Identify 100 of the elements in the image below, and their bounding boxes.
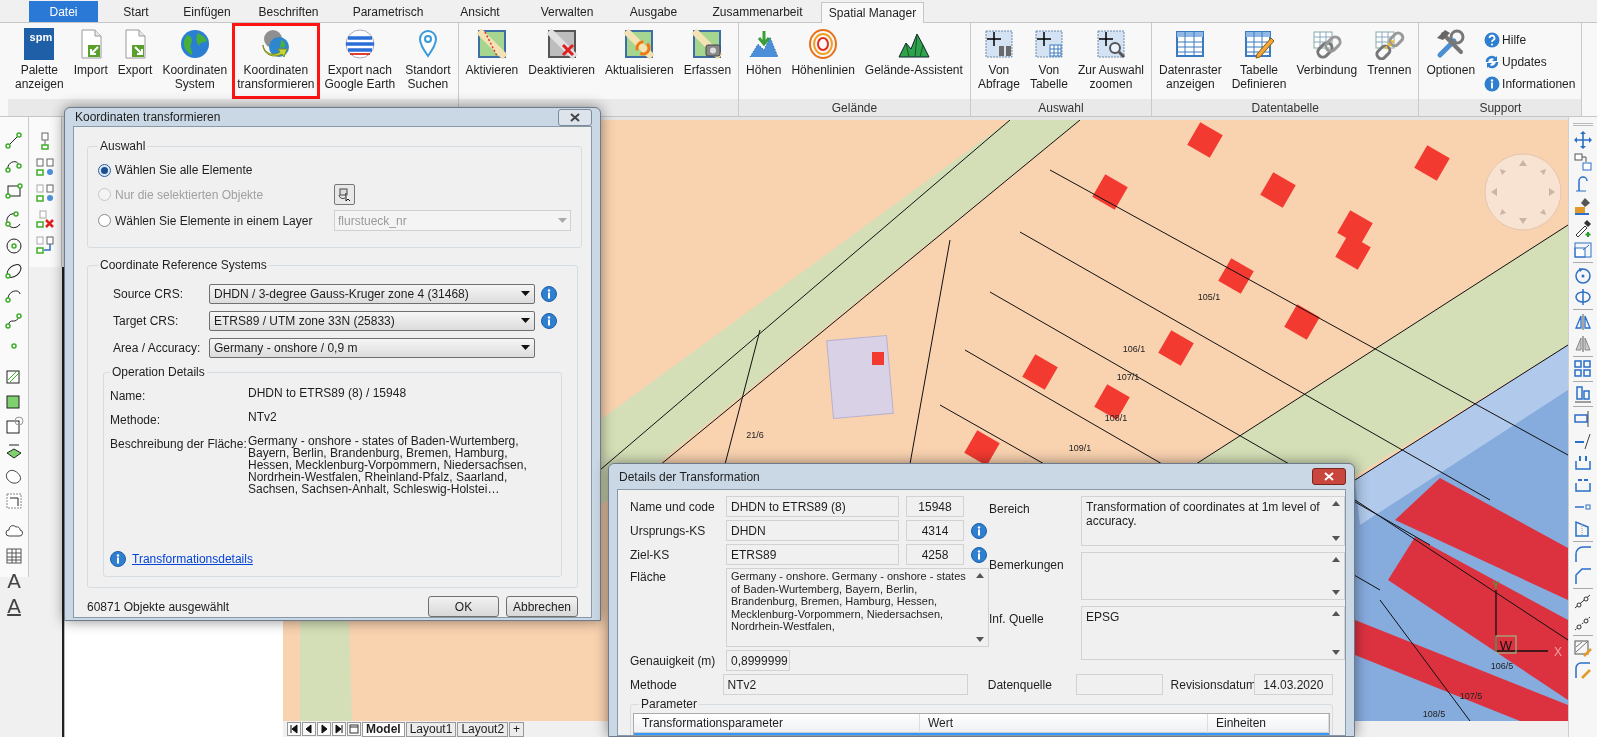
trim-icon: [1573, 431, 1593, 451]
ribbon-button[interactable]: Import: [68, 23, 113, 99]
ribbon-button[interactable]: Hilfe: [1480, 29, 1580, 50]
readonly-field: 4314: [906, 520, 964, 541]
up-arrow-icon: [976, 573, 984, 578]
dialog-button[interactable]: OK: [428, 596, 499, 617]
ribbon-button[interactable]: Verbindung: [1291, 23, 1363, 99]
extend-icon: [1573, 453, 1593, 473]
info-icon[interactable]: [971, 522, 987, 539]
layer-link-icon: [35, 235, 55, 255]
ribbon-button[interactable]: Höhenlinien: [786, 23, 860, 99]
field-label: Ursprungs-KS: [630, 522, 707, 540]
tab-list-button[interactable]: [347, 722, 361, 736]
crs-dropdown[interactable]: Germany - onshore / 0,9 m: [209, 337, 535, 358]
field-label: Name und code: [630, 498, 716, 516]
readonly-field: DHDN: [726, 520, 899, 541]
ribbon-tab[interactable]: Datei: [29, 1, 98, 22]
ribbon-button[interactable]: Von Tabelle: [1024, 23, 1073, 99]
tab-nav-button[interactable]: [287, 722, 301, 736]
brush-icon: [1573, 196, 1593, 216]
refresh-icon: [1484, 53, 1501, 70]
radio-button[interactable]: Wählen Sie alle Elemente: [98, 161, 334, 179]
ribbon-button[interactable]: Gelände-Assistent: [859, 23, 968, 99]
ribbon-tab[interactable]: Einfügen: [174, 2, 240, 22]
layout-tab[interactable]: Model: [362, 721, 405, 737]
ribbon-button[interactable]: Trennen: [1362, 23, 1417, 99]
details-link[interactable]: Transformationsdetails: [132, 550, 253, 568]
triangle-icon: [303, 723, 315, 735]
ribbon-tab[interactable]: Zusammenarbeit: [694, 2, 821, 22]
dialog-title: Koordinaten transformieren: [75, 109, 221, 126]
map-tile-icon: [475, 28, 508, 60]
ribbon-button[interactable]: Aktivieren: [460, 23, 524, 99]
field-label: Datenquelle: [987, 676, 1053, 694]
crosshair-magnifier-icon: [1094, 28, 1127, 60]
ribbon-tab[interactable]: Parametrisch: [337, 2, 439, 22]
palette-logo: spm: [24, 28, 55, 60]
ribbon-button[interactable]: Höhen: [741, 23, 787, 99]
ribbon-button[interactable]: Updates: [1480, 51, 1580, 72]
ribbon-button[interactable]: Zur Auswahl zoomen: [1072, 23, 1149, 99]
ribbon-button[interactable]: Optionen: [1421, 23, 1481, 99]
wipeout-tool-icon: [4, 491, 24, 511]
ribbon-button[interactable]: Export: [112, 23, 158, 99]
ribbon-tab[interactable]: Spatial Manager: [821, 2, 924, 23]
field-label: Ziel-KS: [630, 546, 671, 564]
text-area[interactable]: EPSG: [1081, 606, 1345, 660]
radio-button[interactable]: Wählen Sie Elemente in einem Layer: [98, 211, 334, 230]
parcel-label: 107/5: [1459, 691, 1483, 701]
tab-nav-button[interactable]: [332, 722, 346, 736]
close-button[interactable]: [1312, 468, 1346, 485]
ribbon-button[interactable]: Standort Suchen: [400, 23, 456, 99]
up-arrow-icon: [1332, 611, 1340, 616]
text-area[interactable]: Germany - onshore. Germany - onshore - states of Baden-Wurtemberg, Bayern, Berlin, Brandenburg, Bremen, Hamburg, Hessen, Mecklenburg-Vorpommern, Niedersachsen, Nordrhein-Westfalen,: [726, 568, 989, 647]
ribbon-button[interactable]: spm Palette anzeigen: [10, 23, 69, 99]
ribbon-tab[interactable]: Start: [98, 2, 174, 22]
info-icon[interactable]: [541, 312, 557, 329]
info-icon[interactable]: [971, 546, 987, 563]
ribbon-button[interactable]: Deaktivieren: [523, 23, 600, 99]
layout-tab[interactable]: Layout1: [405, 721, 457, 737]
ribbon-button[interactable]: Aktualisieren: [600, 23, 679, 99]
ribbon-button[interactable]: Koordinaten System: [157, 23, 233, 99]
ribbon-button[interactable]: Von Abfrage: [972, 23, 1025, 99]
tab-nav-button[interactable]: [317, 722, 331, 736]
layout-tab[interactable]: Layout2: [457, 721, 509, 737]
hatch-edit-icon: [1573, 638, 1593, 658]
boundary-tool-icon: [4, 416, 24, 436]
caret-icon: [521, 345, 530, 350]
tab-nav-button[interactable]: [302, 722, 316, 736]
text-tool[interactable]: A: [7, 571, 21, 591]
rotate-3d-icon: [1573, 287, 1593, 307]
ribbon-button[interactable]: Tabelle Definieren: [1226, 23, 1292, 99]
field-label: Methode: [630, 676, 678, 694]
chamfer-icon: [1573, 566, 1593, 586]
ribbon-button[interactable]: Export nach Google Earth: [319, 23, 401, 99]
ribbon-button[interactable]: Informationen: [1480, 73, 1580, 94]
select-objects-button[interactable]: [334, 184, 355, 205]
readonly-field: 14.03.2020: [1253, 674, 1333, 695]
info-icon[interactable]: [110, 551, 126, 567]
ribbon-tab[interactable]: Verwalten: [521, 2, 613, 22]
axis-label: W: [1499, 638, 1513, 653]
underlined-text-tool[interactable]: A: [7, 596, 21, 616]
globe-icon: [178, 28, 211, 60]
info-icon[interactable]: [541, 285, 557, 302]
ribbon-tab[interactable]: Ausgabe: [613, 2, 694, 22]
close-button[interactable]: [558, 108, 592, 126]
layer-nodes-icon: [35, 157, 55, 177]
add-layout-button[interactable]: +: [509, 721, 525, 737]
dialog-button[interactable]: Abbrechen: [506, 596, 578, 617]
field-label: Bereich: [989, 501, 1031, 518]
map-tile-cross-icon: [545, 28, 578, 60]
ribbon-tab[interactable]: Beschriften: [240, 2, 337, 22]
parcel-label: 106/1: [1122, 344, 1146, 354]
crs-dropdown[interactable]: DHDN / 3-degree Gauss-Kruger zone 4 (31468): [209, 283, 535, 304]
map-tile-camera-icon: [691, 28, 724, 60]
ribbon-button[interactable]: Erfassen: [678, 23, 737, 99]
ribbon-tab[interactable]: Ansicht: [439, 2, 521, 22]
down-arrow-icon: [1332, 590, 1340, 595]
crs-dropdown[interactable]: ETRS89 / UTM zone 33N (25833): [209, 310, 535, 331]
group-title: Operation Details: [111, 364, 206, 381]
text-area[interactable]: Transformation of coordinates at 1m level of accuracy.: [1081, 496, 1345, 546]
ribbon-button[interactable]: Datenraster anzeigen: [1154, 23, 1227, 99]
